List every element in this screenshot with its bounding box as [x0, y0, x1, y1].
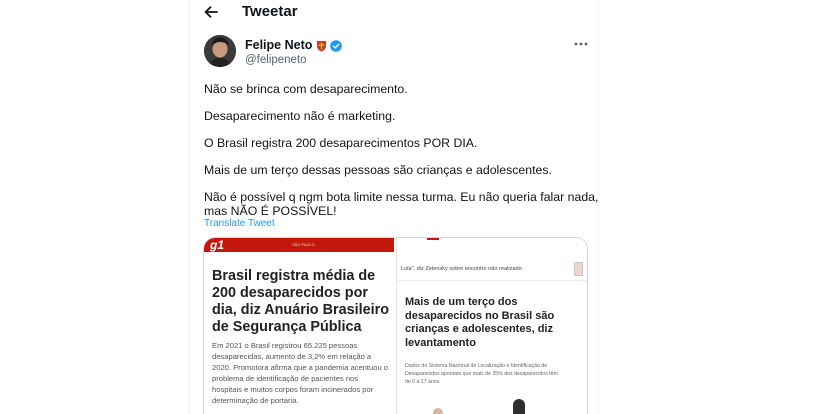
g1-section-label: SÃO PAULO: [292, 242, 315, 247]
tweet-text-line: Desaparecimento não é marketing.: [204, 109, 396, 123]
tweet-text-line: O Brasil registra 200 desaparecimentos P…: [204, 136, 478, 150]
article-headline: Brasil registra média de 200 desaparecid…: [212, 268, 389, 335]
top-bar: Tweetar: [190, 0, 600, 24]
back-button[interactable]: [200, 2, 222, 22]
author-handle[interactable]: @felipeneto: [245, 54, 307, 66]
tweet-text-line: mas NÃO É POSSÍVEL!: [204, 204, 337, 218]
verified-badge-icon: [330, 39, 343, 52]
more-button[interactable]: [572, 36, 590, 52]
related-news-thumbnail: [574, 262, 583, 276]
translate-tweet-link[interactable]: Translate Tweet: [204, 218, 275, 229]
more-horizontal-icon: [574, 42, 588, 46]
tweet-detail-column: Tweetar Felipe Neto @felipeneto Não se b…: [189, 0, 599, 414]
author-name[interactable]: Felipe Neto: [245, 38, 312, 52]
author-row: Felipe Neto: [245, 38, 343, 52]
red-accent-line: [427, 238, 439, 240]
related-news-caption: Lula", diz Zelensky sobre encontro não r…: [401, 266, 522, 272]
tweet-text-line: Não é possível q ngm bota limite nessa t…: [204, 190, 599, 204]
tweet-text-line: Não se brinca com desaparecimento.: [204, 82, 408, 96]
tweet-text-line: Mais de um terço dessas pessoas são cria…: [204, 163, 552, 177]
media-image-left[interactable]: g1 SÃO PAULO Brasil registra média de 20…: [204, 238, 396, 414]
crest-emoji-icon: [316, 39, 327, 52]
article-subtitle: Em 2021 o Brasil registrou 65.225 pessoa…: [212, 341, 389, 405]
photo-figure: [513, 399, 525, 414]
divider: [397, 280, 587, 281]
media-image-right[interactable]: Lula", diz Zelensky sobre encontro não r…: [396, 238, 587, 414]
avatar[interactable]: [204, 35, 236, 67]
tweet-media[interactable]: g1 SÃO PAULO Brasil registra média de 20…: [203, 237, 588, 414]
arrow-left-icon: [204, 6, 218, 18]
avatar-image: [204, 35, 236, 67]
article-subtitle: Dados do Sistema Nacional de Localização…: [405, 363, 558, 385]
page-title: Tweetar: [242, 3, 298, 20]
article-headline: Mais de um terço dos desaparecidos no Br…: [405, 296, 555, 349]
photo-figure: [433, 408, 443, 414]
g1-logo: g1: [210, 238, 225, 252]
